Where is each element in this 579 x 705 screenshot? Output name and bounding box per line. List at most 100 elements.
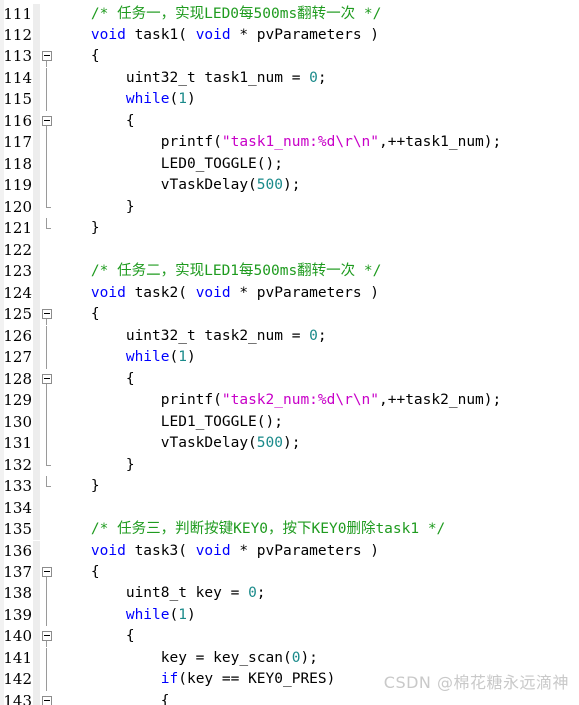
fold-column[interactable] — [40, 196, 56, 218]
fold-column[interactable] — [40, 583, 56, 605]
fold-column[interactable] — [40, 261, 56, 282]
code-line[interactable]: 141 key = key_scan(0); — [0, 647, 579, 670]
fold-column[interactable] — [40, 519, 56, 540]
fold-collapse-icon[interactable] — [42, 695, 52, 705]
fold-column[interactable] — [40, 153, 56, 176]
fold-column[interactable] — [40, 562, 56, 583]
code-line[interactable]: 117 printf("task1_num:%d\r\n",++task1_nu… — [0, 132, 579, 154]
code-text[interactable]: { — [56, 304, 100, 325]
code-text[interactable]: vTaskDelay(500); — [56, 433, 301, 454]
fold-column[interactable] — [40, 46, 56, 68]
code-text[interactable]: } — [56, 197, 135, 218]
code-line[interactable]: 136 void task3( void * pvParameters ) — [0, 540, 579, 562]
code-line[interactable]: 126 uint32_t task2_num = 0; — [0, 325, 579, 348]
code-line[interactable]: 137 { — [0, 561, 579, 584]
code-line[interactable]: 140 { — [0, 626, 579, 648]
fold-column[interactable] — [40, 111, 56, 132]
code-line[interactable]: 111 /* 任务一，实现LED0每500ms翻转一次 */ — [0, 3, 579, 25]
code-text[interactable]: while(1) — [56, 89, 196, 110]
code-line[interactable]: 116 { — [0, 110, 579, 133]
code-text[interactable]: /* 任务二，实现LED1每500ms翻转一次 */ — [56, 261, 381, 282]
code-text[interactable]: LED1_TOGGLE(); — [56, 412, 283, 433]
code-text[interactable]: printf("task2_num:%d\r\n",++task2_num); — [56, 390, 501, 411]
fold-column[interactable] — [40, 626, 56, 648]
fold-collapse-icon[interactable] — [42, 373, 52, 384]
code-text[interactable]: { — [56, 46, 100, 67]
fold-column[interactable] — [40, 89, 56, 111]
fold-column[interactable] — [40, 433, 56, 455]
fold-column[interactable] — [40, 476, 56, 497]
fold-column[interactable] — [40, 411, 56, 434]
code-editor-pane[interactable]: 111 /* 任务一，实现LED0每500ms翻转一次 */112 void t… — [0, 0, 579, 705]
fold-column[interactable] — [40, 369, 56, 390]
code-line[interactable]: 132 } — [0, 454, 579, 477]
code-text[interactable]: key = key_scan(0); — [56, 648, 318, 669]
code-line[interactable]: 134 — [0, 497, 579, 519]
code-line[interactable]: 122 — [0, 239, 579, 262]
code-text[interactable]: void task3( void * pvParameters ) — [56, 541, 379, 562]
code-line[interactable]: 127 while(1) — [0, 347, 579, 369]
code-text[interactable]: } — [56, 455, 135, 476]
code-line[interactable]: 112 void task1( void * pvParameters ) — [0, 24, 579, 47]
fold-collapse-icon[interactable] — [42, 115, 52, 126]
fold-column[interactable] — [40, 218, 56, 239]
code-text[interactable]: void task1( void * pvParameters ) — [56, 25, 379, 46]
code-text[interactable]: } — [56, 218, 100, 239]
fold-column[interactable] — [40, 691, 56, 705]
code-text[interactable]: vTaskDelay(500); — [56, 175, 301, 196]
code-text[interactable]: LED0_TOGGLE(); — [56, 154, 283, 175]
fold-column[interactable] — [40, 390, 56, 412]
code-line[interactable]: 115 while(1) — [0, 89, 579, 111]
code-text[interactable]: /* 任务一，实现LED0每500ms翻转一次 */ — [56, 4, 381, 25]
code-text[interactable]: { — [56, 369, 135, 390]
code-line[interactable]: 128 { — [0, 368, 579, 391]
fold-column[interactable] — [40, 669, 56, 691]
code-text[interactable]: { — [56, 111, 135, 132]
code-line[interactable]: 131 vTaskDelay(500); — [0, 433, 579, 455]
code-text[interactable]: if(key == KEY0_PRES) — [56, 669, 336, 690]
fold-column[interactable] — [40, 498, 56, 519]
fold-column[interactable] — [40, 647, 56, 670]
fold-column[interactable] — [40, 604, 56, 627]
code-line[interactable]: 114 uint32_t task1_num = 0; — [0, 67, 579, 90]
fold-column[interactable] — [40, 175, 56, 197]
code-line[interactable]: 138 uint8_t key = 0; — [0, 583, 579, 605]
fold-column[interactable] — [40, 541, 56, 562]
code-text[interactable]: /* 任务三，判断按键KEY0，按下KEY0删除task1 */ — [56, 519, 445, 540]
fold-column[interactable] — [40, 25, 56, 46]
fold-column[interactable] — [40, 325, 56, 348]
code-line[interactable]: 120 } — [0, 196, 579, 219]
code-line[interactable]: 129 printf("task2_num:%d\r\n",++task2_nu… — [0, 390, 579, 412]
fold-column[interactable] — [40, 67, 56, 90]
code-line[interactable]: 124 void task2( void * pvParameters ) — [0, 282, 579, 305]
fold-collapse-icon[interactable] — [42, 51, 52, 62]
code-text[interactable]: { — [56, 562, 100, 583]
code-text[interactable]: uint32_t task1_num = 0; — [56, 68, 327, 89]
fold-column[interactable] — [40, 304, 56, 326]
fold-column[interactable] — [40, 283, 56, 304]
code-line[interactable]: 133 } — [0, 476, 579, 498]
fold-collapse-icon[interactable] — [42, 631, 52, 642]
code-text[interactable]: { — [56, 691, 170, 705]
fold-collapse-icon[interactable] — [42, 566, 52, 577]
code-line[interactable]: 113 { — [0, 46, 579, 68]
code-line[interactable]: 139 while(1) — [0, 604, 579, 627]
code-line[interactable]: 118 LED0_TOGGLE(); — [0, 153, 579, 176]
code-line[interactable]: 123 /* 任务二，实现LED1每500ms翻转一次 */ — [0, 261, 579, 283]
code-text[interactable]: while(1) — [56, 605, 196, 626]
code-text[interactable]: while(1) — [56, 347, 196, 368]
fold-column[interactable] — [40, 347, 56, 369]
code-line[interactable]: 119 vTaskDelay(500); — [0, 175, 579, 197]
code-line[interactable]: 130 LED1_TOGGLE(); — [0, 411, 579, 434]
code-text[interactable]: void task2( void * pvParameters ) — [56, 283, 379, 304]
code-line[interactable]: 121 } — [0, 218, 579, 240]
fold-column[interactable] — [40, 4, 56, 25]
fold-column[interactable] — [40, 240, 56, 261]
fold-column[interactable] — [40, 454, 56, 476]
code-text[interactable]: } — [56, 476, 100, 497]
fold-column[interactable] — [40, 132, 56, 154]
code-line[interactable]: 125 { — [0, 304, 579, 326]
fold-collapse-icon[interactable] — [42, 309, 52, 320]
code-text[interactable]: uint32_t task2_num = 0; — [56, 326, 327, 347]
code-line[interactable]: 135 /* 任务三，判断按键KEY0，按下KEY0删除task1 */ — [0, 519, 579, 541]
